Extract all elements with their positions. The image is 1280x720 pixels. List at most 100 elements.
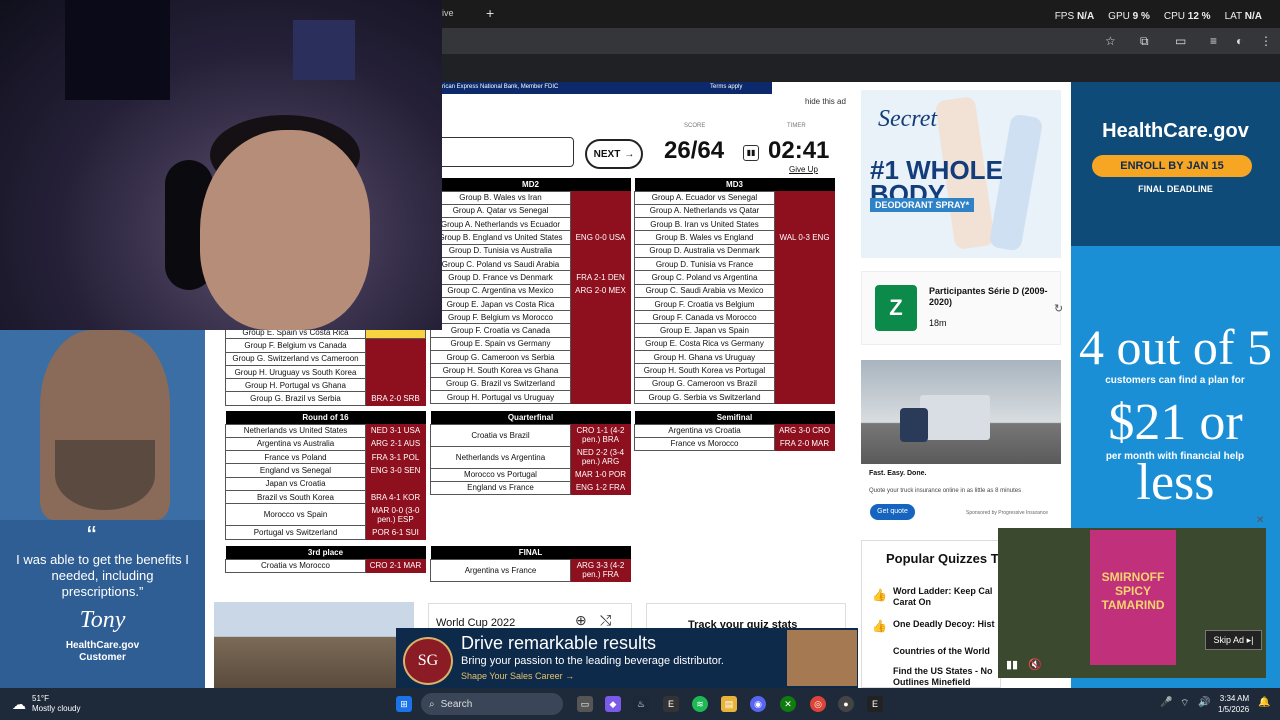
table-row: France vs Poland FRA 3-1 POL <box>225 450 426 465</box>
healthcare-logo: HealthCare.gov <box>1102 120 1249 142</box>
result-cell <box>570 376 631 391</box>
result-cell <box>774 203 835 219</box>
match-cell: Morocco vs Portugal <box>430 467 571 482</box>
wifi-icon[interactable]: ⌔ <box>1180 697 1189 710</box>
result-cell <box>570 256 631 272</box>
reading-list-icon[interactable]: ≡ <box>1210 34 1217 48</box>
taskbar-clock[interactable]: 3:34 AM 1/5/2026 <box>1218 693 1249 715</box>
score-label: SCORE <box>684 123 706 129</box>
result-cell: ARG 3-0 CRO <box>774 423 835 438</box>
hide-ad-link[interactable]: hide this ad <box>805 97 846 106</box>
windows-start-icon[interactable]: ⊞ <box>396 696 412 712</box>
file-explorer-icon[interactable]: ▤ <box>721 696 737 712</box>
mute-icon[interactable]: 🔇 <box>1028 658 1042 671</box>
table-row: Group F. Belgium vs Morocco <box>430 310 631 325</box>
new-tab-button[interactable]: + <box>486 5 494 21</box>
match-cell: Group D. Australia vs Denmark <box>634 243 775 258</box>
notification-bell-icon[interactable]: 🔔 <box>1258 697 1270 708</box>
beverage-sub: Bring your passion to the leading bevera… <box>461 655 724 667</box>
microphone-icon[interactable]: 🎤 <box>1160 697 1172 708</box>
table-row: Group D. France vs Denmark FRA 2-1 DEN <box>430 270 631 285</box>
table-row: Group F. Croatia vs Belgium <box>634 296 835 312</box>
table-row: Group A. Netherlands vs Ecuador <box>430 217 631 232</box>
result-cell <box>774 243 835 258</box>
skip-ad-button[interactable]: Skip Ad ▸| <box>1205 630 1262 650</box>
beverage-link[interactable]: Shape Your Sales Career → <box>461 671 574 681</box>
match-cell: Group B. Wales vs England <box>634 230 775 245</box>
table-row: Group E. Japan vs Costa Rica <box>430 296 631 312</box>
table-row: Morocco vs Portugal MAR 1-0 POR <box>430 467 631 482</box>
discord-icon[interactable]: ◉ <box>750 696 766 712</box>
result-cell: BRA 4-1 KOR <box>365 489 426 505</box>
secret-subhead: DEODORANT SPRAY* <box>870 198 975 212</box>
table-row: Group E. Japan vs Spain <box>634 323 835 338</box>
get-quote-button[interactable]: Get quote <box>870 504 915 520</box>
task-view-icon[interactable]: ▭ <box>577 696 593 712</box>
quiz-table-final: FINAL Argentina vs France ARG 3-3 (4-2 pen… <box>430 546 631 582</box>
bookmark-star-icon[interactable]: ☆ <box>1105 34 1116 48</box>
pause-icon[interactable]: ▮▮ <box>743 145 759 161</box>
result-cell <box>365 476 426 491</box>
table-row: Portugal vs Switzerland POR 6-1 SUI <box>225 525 426 540</box>
steam-icon[interactable]: ♨ <box>633 696 649 712</box>
weather-widget[interactable]: ☁ 51°F Mostly cloudy <box>12 694 80 714</box>
copilot-icon[interactable]: ◆ <box>605 696 621 712</box>
browser-toolbar <box>442 28 1280 54</box>
chrome-icon[interactable]: ◎ <box>810 696 826 712</box>
result-cell <box>570 389 631 405</box>
xbox-icon[interactable]: ✕ <box>780 696 796 712</box>
quiz-table-md3: MD3 Group A. Ecuador vs Senegal Group A. N… <box>634 178 835 405</box>
refresh-icon[interactable]: ↻ <box>1054 302 1063 315</box>
result-cell <box>570 363 631 378</box>
left-ad-beard <box>55 440 155 510</box>
match-cell: Group H. South Korea vs Portugal <box>634 363 775 378</box>
result-cell: CRO 2-1 MAR <box>365 558 426 573</box>
obs-icon[interactable]: ● <box>838 696 854 712</box>
popular-quiz-item[interactable]: Word Ladder: Keep Cal Carat On <box>893 586 998 608</box>
result-cell <box>774 283 835 298</box>
table-row: Croatia vs Morocco CRO 2-1 MAR <box>225 558 426 573</box>
extensions-icon[interactable]: ⧉ <box>1140 34 1149 49</box>
popular-quiz-item[interactable]: One Deadly Decoy: Hist <box>893 619 995 630</box>
add-icon[interactable]: ⊕ <box>575 612 587 629</box>
menu-kebab-icon[interactable]: ⋮ <box>1260 34 1272 48</box>
browser-tab[interactable]: ive <box>442 8 454 18</box>
popular-quiz-item[interactable]: Find the US States - No Outlines Minefie… <box>893 666 998 688</box>
profile-icon[interactable]: ◐ <box>1236 34 1243 48</box>
next-button[interactable]: NEXT → <box>585 139 643 169</box>
popular-quiz-item[interactable]: Countries of the World <box>893 646 990 657</box>
shuffle-icon[interactable]: ⤭ <box>600 612 611 629</box>
table-row: England vs Senegal ENG 3-0 SEN <box>225 463 426 478</box>
table-row: Group F. Croatia vs Canada <box>430 323 631 338</box>
promo-banner[interactable]: rican Express National Bank, Member FDIC… <box>440 82 772 94</box>
epic-games-icon[interactable]: E <box>867 696 883 712</box>
cast-icon[interactable]: ▭ <box>1175 34 1186 48</box>
left-ad[interactable] <box>0 330 205 688</box>
spotify-icon[interactable]: ≋ <box>692 696 708 712</box>
taskbar-search[interactable]: ⌕ Search <box>421 693 563 715</box>
enroll-button[interactable]: ENROLL BY JAN 15 <box>1092 155 1252 177</box>
quote-icon: “ <box>87 520 97 551</box>
result-cell <box>570 323 631 338</box>
volume-icon[interactable]: 🔊 <box>1198 697 1210 708</box>
arrow-right-icon: → <box>624 148 635 160</box>
result-cell <box>774 363 835 378</box>
result-cell: FRA 3-1 POL <box>365 450 426 465</box>
match-cell: Group F. Canada vs Morocco <box>634 310 775 325</box>
webcam-wall-picture <box>293 20 355 80</box>
video-card-title[interactable]: Participantes Série D (2009-2020) <box>929 286 1049 308</box>
give-up-link[interactable]: Give Up <box>789 165 818 174</box>
farm-ad-image[interactable] <box>214 602 414 688</box>
result-cell: ENG 0-0 USA <box>570 230 631 245</box>
timer-label: TIMER <box>787 123 806 129</box>
match-cell: Group H. Uruguay vs South Korea <box>225 364 366 380</box>
table-row: Group G. Serbia vs Switzerland <box>634 389 835 405</box>
pause-icon[interactable]: ▮▮ <box>1006 658 1018 671</box>
webcam-overlay <box>0 0 442 330</box>
close-icon[interactable]: ✕ <box>1256 515 1264 526</box>
result-cell: CRO 1-1 (4-2 pen.) BRA <box>570 423 631 447</box>
table-row: Group F. Canada vs Morocco <box>634 310 835 325</box>
result-cell <box>570 243 631 258</box>
answer-input[interactable] <box>438 137 574 167</box>
epic-games-icon[interactable]: E <box>663 696 679 712</box>
